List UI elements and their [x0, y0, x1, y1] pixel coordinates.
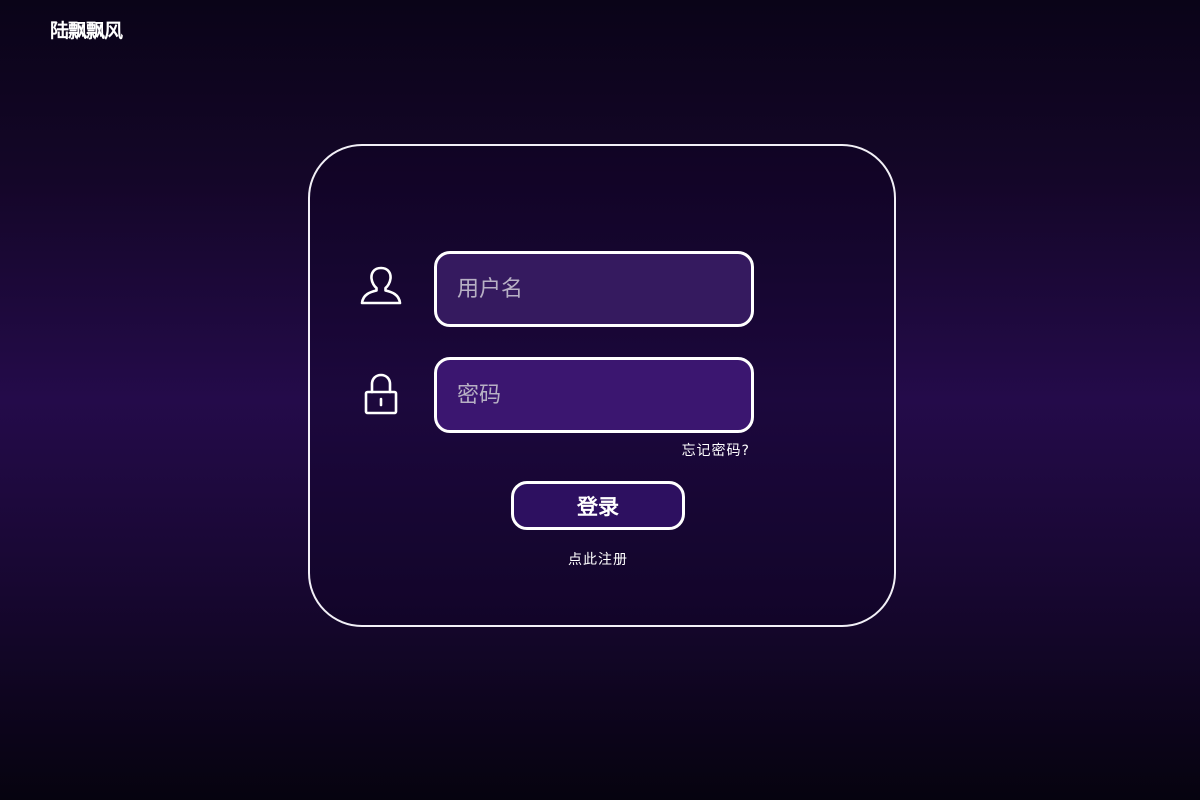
forgot-password-link[interactable]: 忘记密码?: [600, 440, 750, 460]
register-link[interactable]: 点此注册: [498, 549, 698, 569]
password-input[interactable]: [434, 357, 754, 433]
brand-logo: 陆飘飘风: [50, 20, 123, 42]
login-button[interactable]: 登录: [511, 481, 685, 530]
username-input[interactable]: [434, 251, 754, 327]
user-icon: [359, 265, 403, 309]
lock-icon: [359, 372, 403, 416]
